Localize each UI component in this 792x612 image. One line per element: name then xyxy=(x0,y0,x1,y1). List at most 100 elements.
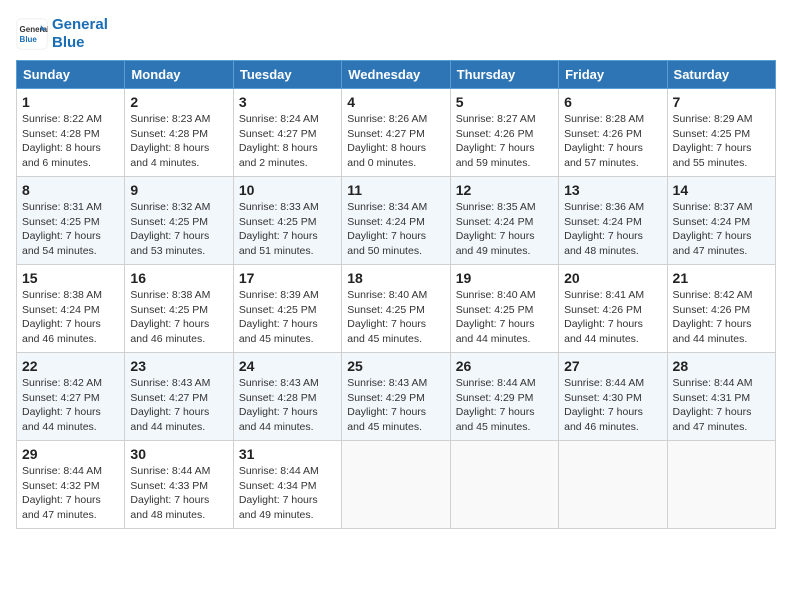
day-number: 21 xyxy=(673,270,770,286)
day-number: 8 xyxy=(22,182,119,198)
cell-info: Sunrise: 8:38 AMSunset: 4:24 PMDaylight:… xyxy=(22,288,119,347)
day-number: 10 xyxy=(239,182,336,198)
cell-info: Sunrise: 8:43 AMSunset: 4:28 PMDaylight:… xyxy=(239,376,336,435)
calendar-header-row: SundayMondayTuesdayWednesdayThursdayFrid… xyxy=(17,61,776,89)
day-number: 17 xyxy=(239,270,336,286)
calendar-week-2: 8 Sunrise: 8:31 AMSunset: 4:25 PMDaylight… xyxy=(17,177,776,265)
cell-info: Sunrise: 8:41 AMSunset: 4:26 PMDaylight:… xyxy=(564,288,661,347)
calendar-cell: 1 Sunrise: 8:22 AMSunset: 4:28 PMDaylight… xyxy=(17,89,125,177)
calendar-cell: 10 Sunrise: 8:33 AMSunset: 4:25 PMDayligh… xyxy=(233,177,341,265)
day-number: 16 xyxy=(130,270,227,286)
calendar-cell: 25Sunrise: 8:43 AMSunset: 4:29 PMDayligh… xyxy=(342,353,450,441)
header-saturday: Saturday xyxy=(667,61,775,89)
cell-info: Sunrise: 8:35 AMSunset: 4:24 PMDaylight:… xyxy=(456,200,553,259)
calendar-cell: 8 Sunrise: 8:31 AMSunset: 4:25 PMDaylight… xyxy=(17,177,125,265)
calendar-cell xyxy=(342,441,450,529)
logo: General Blue General Blue xyxy=(16,16,108,52)
calendar-cell: 28 Sunrise: 8:44 AMSunset: 4:31 PMDayligh… xyxy=(667,353,775,441)
logo-icon: General Blue xyxy=(16,18,48,50)
cell-info: Sunrise: 8:43 AMSunset: 4:27 PMDaylight:… xyxy=(130,376,227,435)
header-tuesday: Tuesday xyxy=(233,61,341,89)
calendar-week-5: 29 Sunrise: 8:44 AMSunset: 4:32 PMDayligh… xyxy=(17,441,776,529)
header-friday: Friday xyxy=(559,61,667,89)
calendar-cell xyxy=(667,441,775,529)
day-number: 2 xyxy=(130,94,227,110)
calendar-cell: 31 Sunrise: 8:44 AMSunset: 4:34 PMDayligh… xyxy=(233,441,341,529)
calendar-cell: 30Sunrise: 8:44 AMSunset: 4:33 PMDayligh… xyxy=(125,441,233,529)
day-number: 28 xyxy=(673,358,770,374)
day-number: 24 xyxy=(239,358,336,374)
calendar-cell: 20 Sunrise: 8:41 AMSunset: 4:26 PMDayligh… xyxy=(559,265,667,353)
cell-info: Sunrise: 8:28 AMSunset: 4:26 PMDaylight:… xyxy=(564,112,661,171)
day-number: 15 xyxy=(22,270,119,286)
day-number: 6 xyxy=(564,94,661,110)
cell-info: Sunrise: 8:40 AMSunset: 4:25 PMDaylight:… xyxy=(347,288,444,347)
calendar-cell: 7 Sunrise: 8:29 AMSunset: 4:25 PMDaylight… xyxy=(667,89,775,177)
calendar-cell: 22Sunrise: 8:42 AMSunset: 4:27 PMDayligh… xyxy=(17,353,125,441)
cell-info: Sunrise: 8:44 AMSunset: 4:33 PMDaylight:… xyxy=(130,464,227,523)
day-number: 18 xyxy=(347,270,444,286)
cell-info: Sunrise: 8:33 AMSunset: 4:25 PMDaylight:… xyxy=(239,200,336,259)
day-number: 1 xyxy=(22,94,119,110)
calendar-cell xyxy=(559,441,667,529)
cell-info: Sunrise: 8:40 AMSunset: 4:25 PMDaylight:… xyxy=(456,288,553,347)
calendar-week-3: 15 Sunrise: 8:38 AMSunset: 4:24 PMDayligh… xyxy=(17,265,776,353)
day-number: 3 xyxy=(239,94,336,110)
cell-info: Sunrise: 8:24 AMSunset: 4:27 PMDaylight:… xyxy=(239,112,336,171)
calendar-week-4: 22Sunrise: 8:42 AMSunset: 4:27 PMDayligh… xyxy=(17,353,776,441)
day-number: 23 xyxy=(130,358,227,374)
header-monday: Monday xyxy=(125,61,233,89)
cell-info: Sunrise: 8:37 AMSunset: 4:24 PMDaylight:… xyxy=(673,200,770,259)
cell-info: Sunrise: 8:27 AMSunset: 4:26 PMDaylight:… xyxy=(456,112,553,171)
day-number: 29 xyxy=(22,446,119,462)
logo-blue: Blue xyxy=(52,34,108,52)
calendar-cell: 11Sunrise: 8:34 AMSunset: 4:24 PMDayligh… xyxy=(342,177,450,265)
header-wednesday: Wednesday xyxy=(342,61,450,89)
logo-general: General xyxy=(52,16,108,34)
day-number: 20 xyxy=(564,270,661,286)
cell-info: Sunrise: 8:43 AMSunset: 4:29 PMDaylight:… xyxy=(347,376,444,435)
day-number: 27 xyxy=(564,358,661,374)
day-number: 12 xyxy=(456,182,553,198)
day-number: 19 xyxy=(456,270,553,286)
day-number: 22 xyxy=(22,358,119,374)
calendar-cell: 26Sunrise: 8:44 AMSunset: 4:29 PMDayligh… xyxy=(450,353,558,441)
calendar-cell: 24 Sunrise: 8:43 AMSunset: 4:28 PMDayligh… xyxy=(233,353,341,441)
calendar-cell: 18 Sunrise: 8:40 AMSunset: 4:25 PMDayligh… xyxy=(342,265,450,353)
cell-info: Sunrise: 8:31 AMSunset: 4:25 PMDaylight:… xyxy=(22,200,119,259)
day-number: 7 xyxy=(673,94,770,110)
day-number: 9 xyxy=(130,182,227,198)
cell-info: Sunrise: 8:32 AMSunset: 4:25 PMDaylight:… xyxy=(130,200,227,259)
day-number: 13 xyxy=(564,182,661,198)
calendar-cell: 2 Sunrise: 8:23 AMSunset: 4:28 PMDaylight… xyxy=(125,89,233,177)
header: General Blue General Blue xyxy=(16,16,776,52)
cell-info: Sunrise: 8:44 AMSunset: 4:34 PMDaylight:… xyxy=(239,464,336,523)
calendar-cell xyxy=(450,441,558,529)
calendar-cell: 29 Sunrise: 8:44 AMSunset: 4:32 PMDayligh… xyxy=(17,441,125,529)
calendar-cell: 9 Sunrise: 8:32 AMSunset: 4:25 PMDaylight… xyxy=(125,177,233,265)
svg-text:Blue: Blue xyxy=(20,35,38,44)
cell-info: Sunrise: 8:26 AMSunset: 4:27 PMDaylight:… xyxy=(347,112,444,171)
calendar-cell: 15 Sunrise: 8:38 AMSunset: 4:24 PMDayligh… xyxy=(17,265,125,353)
calendar-cell: 23 Sunrise: 8:43 AMSunset: 4:27 PMDayligh… xyxy=(125,353,233,441)
cell-info: Sunrise: 8:44 AMSunset: 4:30 PMDaylight:… xyxy=(564,376,661,435)
cell-info: Sunrise: 8:23 AMSunset: 4:28 PMDaylight:… xyxy=(130,112,227,171)
day-number: 26 xyxy=(456,358,553,374)
calendar-cell: 4Sunrise: 8:26 AMSunset: 4:27 PMDaylight… xyxy=(342,89,450,177)
cell-info: Sunrise: 8:29 AMSunset: 4:25 PMDaylight:… xyxy=(673,112,770,171)
cell-info: Sunrise: 8:22 AMSunset: 4:28 PMDaylight:… xyxy=(22,112,119,171)
calendar-cell: 27 Sunrise: 8:44 AMSunset: 4:30 PMDayligh… xyxy=(559,353,667,441)
cell-info: Sunrise: 8:44 AMSunset: 4:32 PMDaylight:… xyxy=(22,464,119,523)
day-number: 14 xyxy=(673,182,770,198)
calendar-week-1: 1 Sunrise: 8:22 AMSunset: 4:28 PMDaylight… xyxy=(17,89,776,177)
calendar-cell: 12 Sunrise: 8:35 AMSunset: 4:24 PMDayligh… xyxy=(450,177,558,265)
calendar-cell: 13Sunrise: 8:36 AMSunset: 4:24 PMDayligh… xyxy=(559,177,667,265)
calendar-cell: 16Sunrise: 8:38 AMSunset: 4:25 PMDayligh… xyxy=(125,265,233,353)
day-number: 31 xyxy=(239,446,336,462)
day-number: 5 xyxy=(456,94,553,110)
cell-info: Sunrise: 8:44 AMSunset: 4:31 PMDaylight:… xyxy=(673,376,770,435)
calendar-cell: 5 Sunrise: 8:27 AMSunset: 4:26 PMDaylight… xyxy=(450,89,558,177)
calendar-cell: 19 Sunrise: 8:40 AMSunset: 4:25 PMDayligh… xyxy=(450,265,558,353)
calendar-cell: 14 Sunrise: 8:37 AMSunset: 4:24 PMDayligh… xyxy=(667,177,775,265)
day-number: 11 xyxy=(347,182,444,198)
